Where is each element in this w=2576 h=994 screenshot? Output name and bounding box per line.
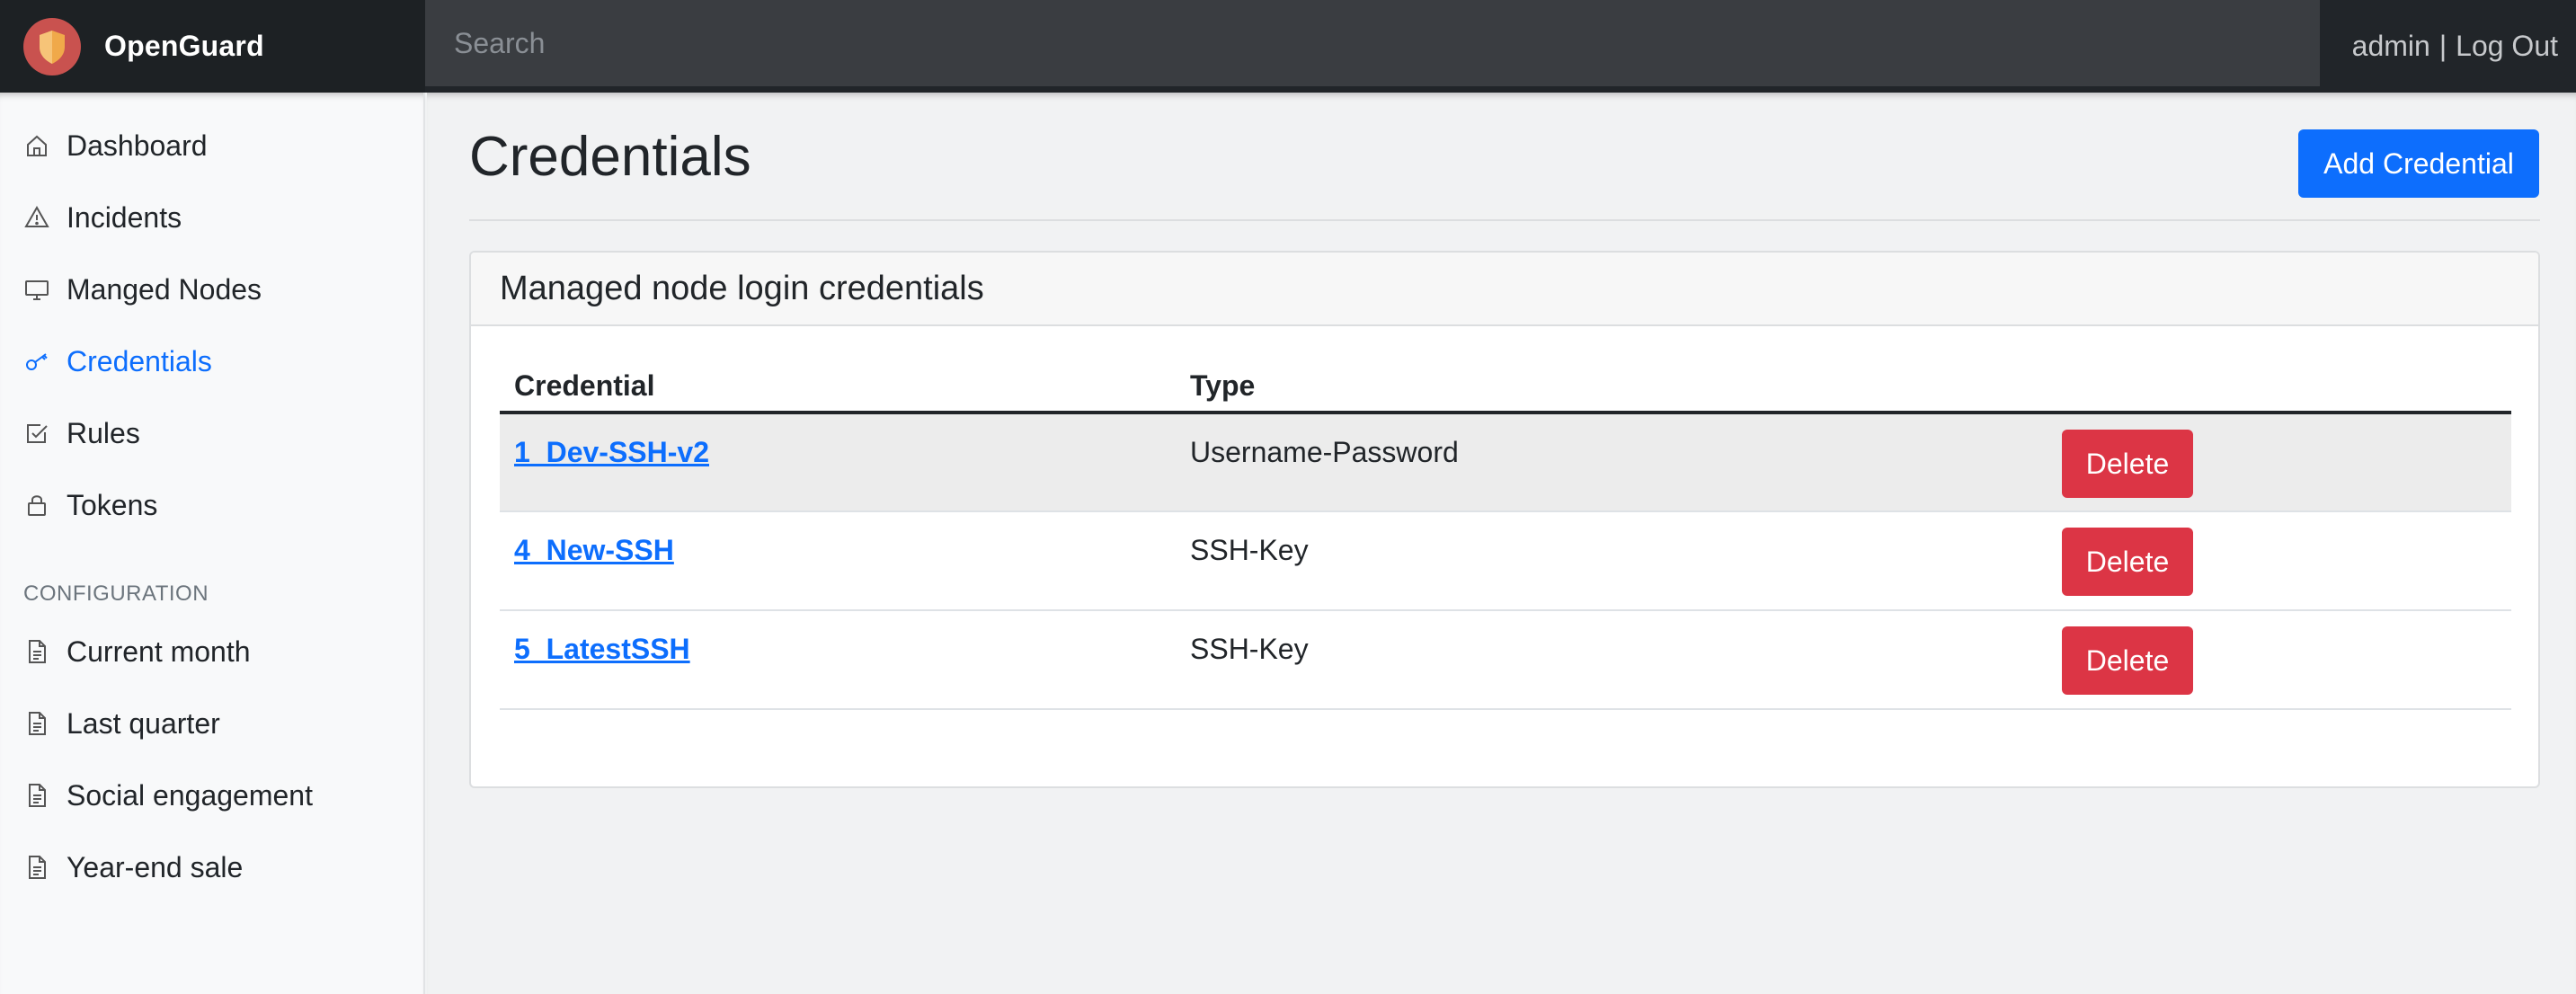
sidebar: Dashboard Incidents Manged Nodes Credent… <box>0 93 425 994</box>
sidebar-item-credentials[interactable]: Credentials <box>23 340 212 383</box>
add-credential-button[interactable]: Add Credential <box>2298 129 2539 198</box>
warning-icon <box>23 204 50 231</box>
credential-cell: 1_Dev-SSH-v2 <box>500 413 1176 512</box>
type-cell: Username-Password <box>1176 413 2047 512</box>
credentials-table: Credential Type 1_Dev-SSH-v2 Username-Pa… <box>500 360 2511 710</box>
sidebar-item-dashboard[interactable]: Dashboard <box>23 124 208 167</box>
sidebar-item-label: Incidents <box>67 200 182 234</box>
sidebar-item-year-end-sale[interactable]: Year-end sale <box>23 846 243 889</box>
sidebar-item-rules[interactable]: Rules <box>23 412 140 455</box>
action-cell: Delete <box>2047 413 2511 512</box>
credential-type: SSH-Key <box>1190 534 1309 566</box>
card-header: Managed node login credentials <box>471 253 2538 326</box>
document-icon <box>23 782 50 809</box>
table-row: 4_New-SSH SSH-Key Delete <box>500 511 2511 611</box>
sidebar-item-label: Year-end sale <box>67 850 244 883</box>
shield-icon <box>23 17 81 75</box>
main-content: Credentials Add Credential Managed node … <box>427 93 2576 994</box>
page-title: Credentials <box>469 126 751 188</box>
table-row: 1_Dev-SSH-v2 Username-Password Delete <box>500 413 2511 512</box>
credential-cell: 4_New-SSH <box>500 511 1176 611</box>
sidebar-item-label: Dashboard <box>67 129 208 162</box>
column-header-actions <box>2047 360 2511 414</box>
delete-button[interactable]: Delete <box>2062 626 2193 695</box>
credential-link[interactable]: 5_LatestSSH <box>514 633 690 665</box>
user-area: admin | Log Out <box>2320 0 2576 93</box>
type-cell: SSH-Key <box>1176 610 2047 710</box>
sidebar-item-label: Current month <box>67 635 251 668</box>
sidebar-item-managed-nodes[interactable]: Manged Nodes <box>23 268 262 311</box>
monitor-icon <box>23 276 50 303</box>
credential-cell: 5_LatestSSH <box>500 610 1176 710</box>
sidebar-item-label: Tokens <box>67 488 158 521</box>
document-icon <box>23 638 50 665</box>
search-bar <box>425 0 2320 86</box>
action-cell: Delete <box>2047 610 2511 710</box>
brand[interactable]: OpenGuard <box>0 0 425 93</box>
column-header-type: Type <box>1176 360 2047 414</box>
document-icon <box>23 854 50 881</box>
credential-link[interactable]: 1_Dev-SSH-v2 <box>514 436 709 468</box>
credential-type: Username-Password <box>1190 436 1459 468</box>
sidebar-item-label: Rules <box>67 416 140 449</box>
top-navbar: OpenGuard admin | Log Out <box>0 0 2576 93</box>
lock-icon <box>23 492 50 519</box>
sidebar-item-incidents[interactable]: Incidents <box>23 196 182 239</box>
credential-type: SSH-Key <box>1190 633 1309 665</box>
key-icon <box>23 348 50 375</box>
credentials-card: Managed node login credentials Credentia… <box>469 251 2540 788</box>
logout-link[interactable]: Log Out <box>2456 30 2558 63</box>
home-icon <box>23 132 50 159</box>
type-cell: SSH-Key <box>1176 511 2047 611</box>
table-row: 5_LatestSSH SSH-Key Delete <box>500 610 2511 710</box>
sidebar-item-current-month[interactable]: Current month <box>23 630 251 673</box>
sidebar-section-heading: CONFIGURATION <box>23 581 209 606</box>
checkbox-icon <box>23 420 50 447</box>
sidebar-item-social-engagement[interactable]: Social engagement <box>23 774 313 817</box>
sidebar-item-label: Manged Nodes <box>67 272 262 306</box>
sidebar-item-tokens[interactable]: Tokens <box>23 484 157 527</box>
credential-link[interactable]: 4_New-SSH <box>514 534 674 566</box>
user-separator: | <box>2438 30 2447 62</box>
card-title: Managed node login credentials <box>500 269 984 307</box>
search-input[interactable] <box>425 0 2320 86</box>
sidebar-item-label: Social engagement <box>67 778 313 812</box>
username: admin <box>2351 30 2430 62</box>
table-header-row: Credential Type <box>500 360 2511 414</box>
brand-name: OpenGuard <box>104 30 264 62</box>
column-header-credential: Credential <box>500 360 1176 414</box>
title-divider <box>469 219 2540 221</box>
delete-button[interactable]: Delete <box>2062 430 2193 498</box>
sidebar-item-last-quarter[interactable]: Last quarter <box>23 702 220 745</box>
delete-button[interactable]: Delete <box>2062 528 2193 596</box>
sidebar-item-label: Credentials <box>67 344 212 377</box>
action-cell: Delete <box>2047 511 2511 611</box>
document-icon <box>23 710 50 737</box>
sidebar-item-label: Last quarter <box>67 706 220 740</box>
